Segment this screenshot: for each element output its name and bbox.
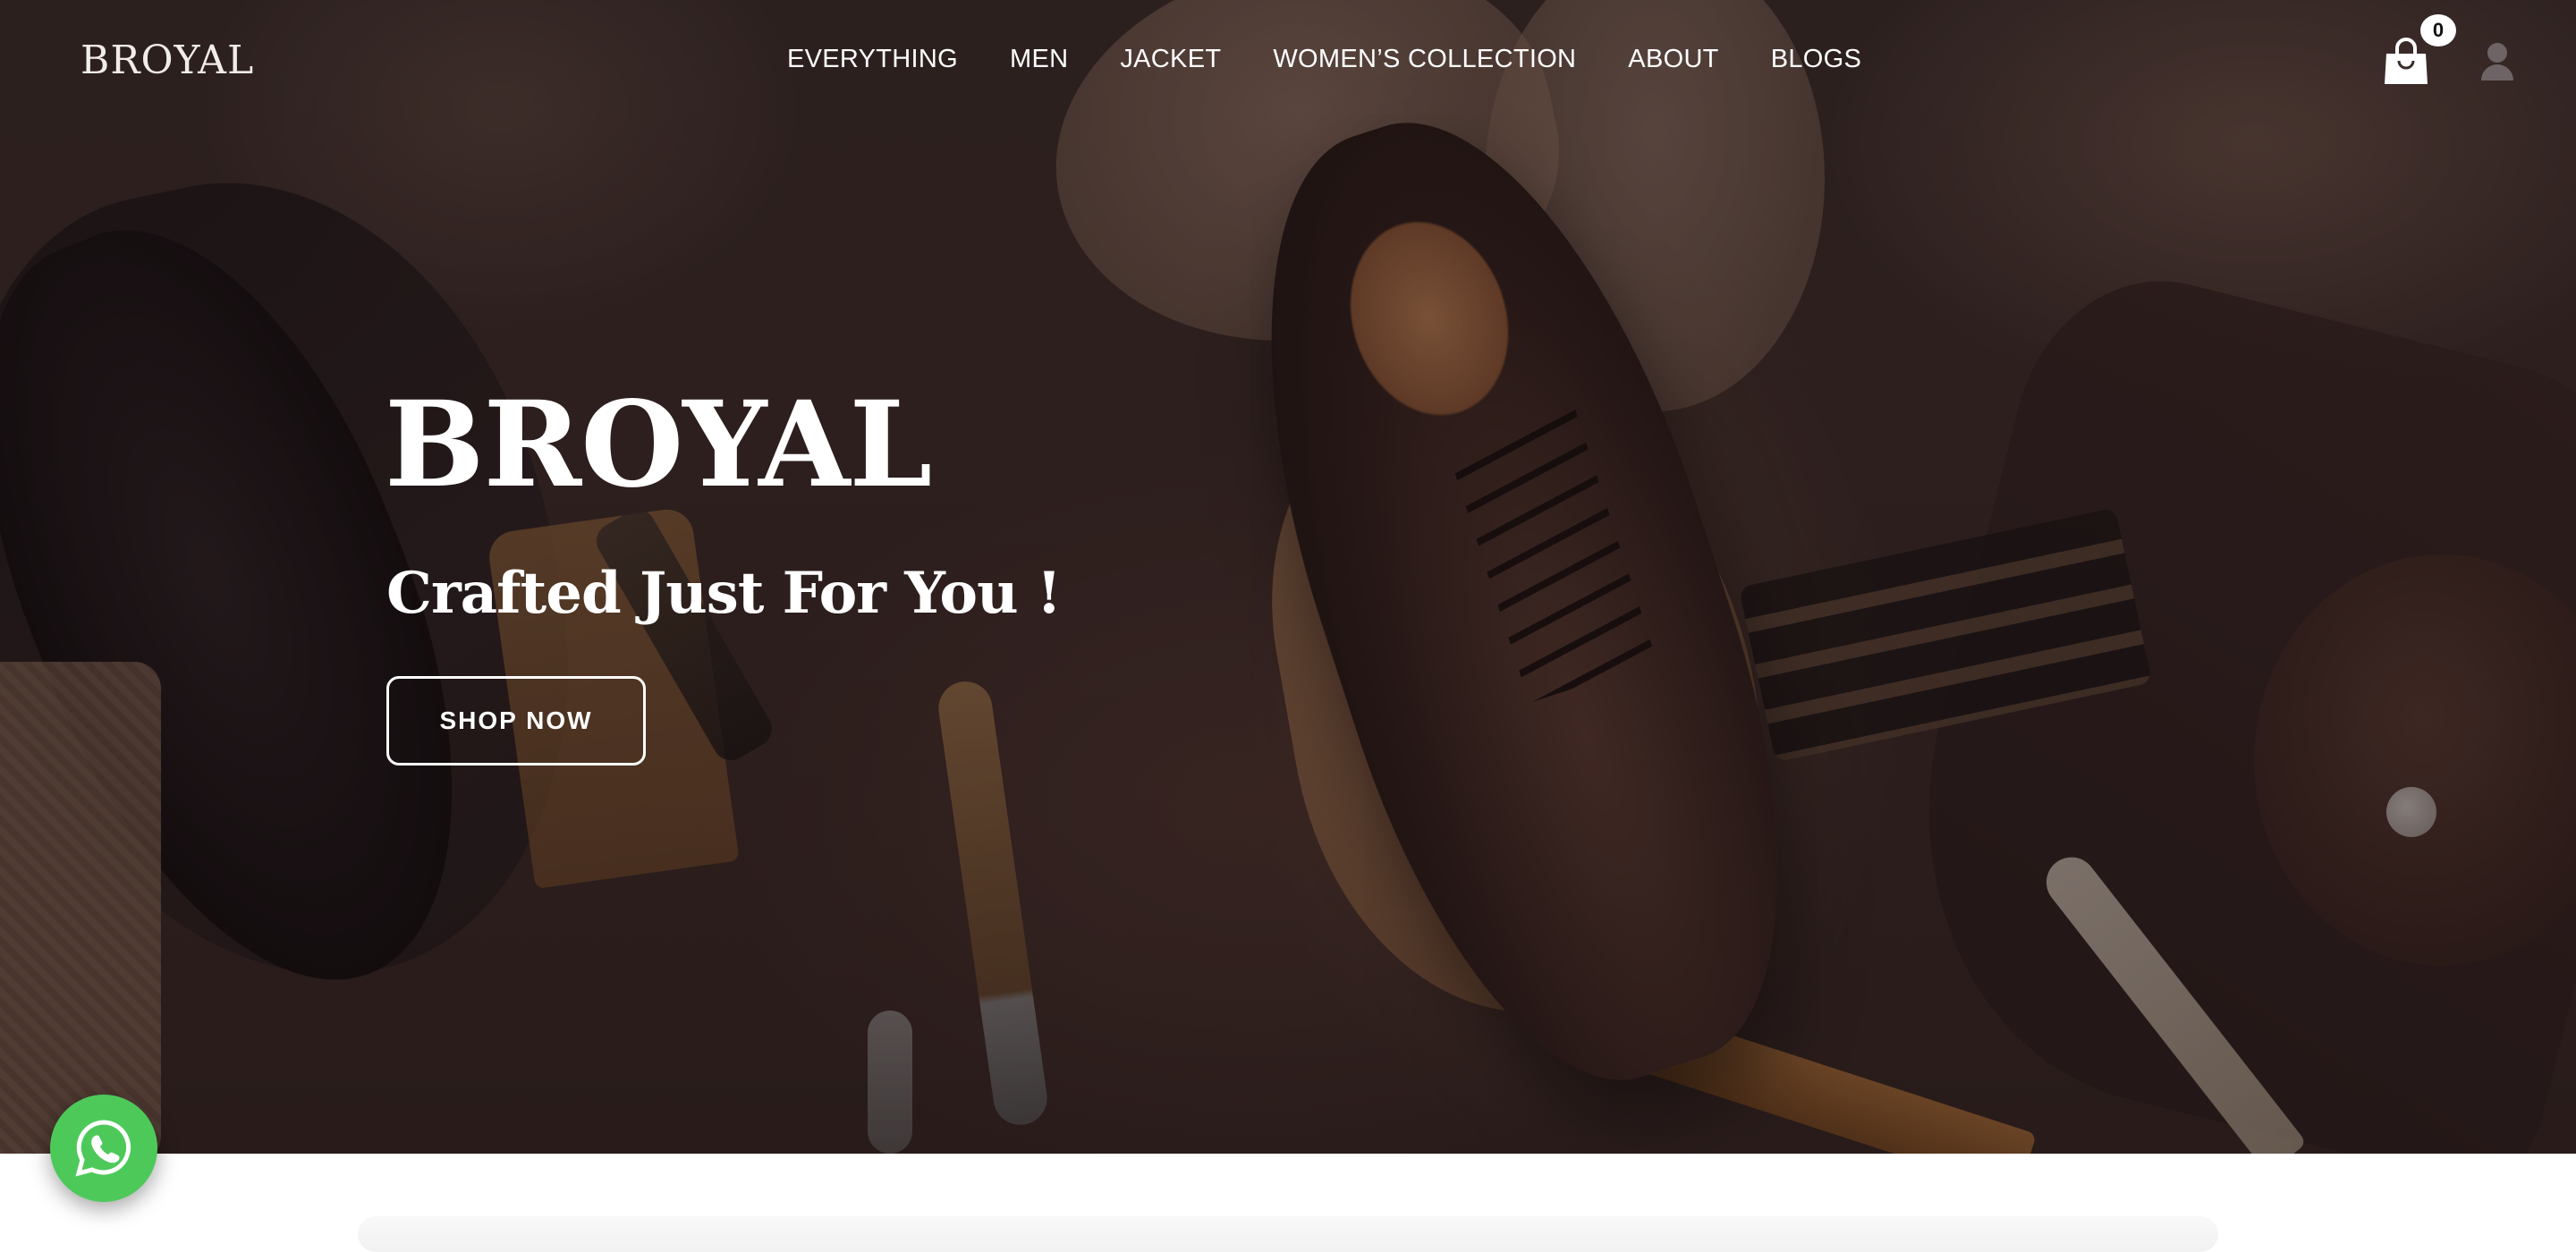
nav-item-blogs[interactable]: BLOGS xyxy=(1771,45,1861,74)
nav-item-jacket[interactable]: JACKET xyxy=(1120,45,1221,74)
nav-item-everything[interactable]: EVERYTHING xyxy=(787,45,958,74)
hero-section: BROYAL Crafted Just For You ! SHOP NOW xyxy=(0,0,2576,1154)
content-card-top xyxy=(358,1216,2218,1252)
cart-button[interactable] xyxy=(2379,34,2433,88)
user-icon xyxy=(2481,43,2513,80)
nav-item-about[interactable]: ABOUT xyxy=(1628,45,1718,74)
nav-item-womens-collection[interactable]: WOMEN’S COLLECTION xyxy=(1273,45,1576,74)
hero-title: BROYAL xyxy=(385,376,932,514)
brand-logo[interactable]: BROYAL xyxy=(80,38,254,83)
site-header: BROYAL EVERYTHING MEN JACKET WOMEN’S COL… xyxy=(0,0,2576,127)
shopping-bag-icon xyxy=(2385,38,2428,84)
main-nav: EVERYTHING MEN JACKET WOMEN’S COLLECTION… xyxy=(787,45,1861,74)
nav-item-men[interactable]: MEN xyxy=(1010,45,1068,74)
whatsapp-button[interactable] xyxy=(50,1095,157,1202)
cart-count-badge: 0 xyxy=(2420,14,2456,47)
whatsapp-icon xyxy=(75,1120,131,1177)
shop-now-button[interactable]: SHOP NOW xyxy=(386,676,646,766)
account-button[interactable] xyxy=(2479,41,2515,80)
hero-subtitle: Crafted Just For You ! xyxy=(386,560,1062,627)
